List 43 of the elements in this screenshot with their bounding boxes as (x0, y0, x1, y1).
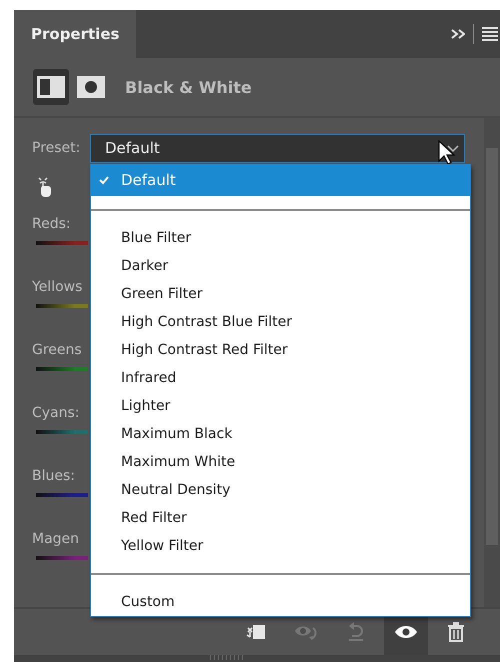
reset-icon (346, 622, 366, 642)
preset-dropdown[interactable]: Default (90, 134, 465, 162)
menu-icon[interactable] (482, 26, 498, 42)
menu-item[interactable]: Maximum White (91, 448, 470, 476)
slider-label: Cyans: (32, 405, 81, 422)
trash-icon (447, 622, 465, 642)
menu-item[interactable]: Darker (91, 252, 470, 280)
slider-label: Greens (32, 342, 83, 359)
menu-item[interactable]: Custom (91, 588, 470, 616)
menu-item[interactable]: High Contrast Blue Filter (91, 308, 470, 336)
color-slider-track[interactable] (36, 367, 88, 371)
slider-label: Yellows (32, 279, 84, 296)
slider-label: Magen (32, 531, 80, 548)
menu-item[interactable]: High Contrast Red Filter (91, 336, 470, 364)
menu-item[interactable]: Infrared (91, 364, 470, 392)
clip-to-layer-icon (245, 623, 267, 641)
expand-icon[interactable] (451, 27, 465, 41)
menu-item[interactable]: Red Filter (91, 504, 470, 532)
chevron-icon (446, 143, 460, 153)
menu-item[interactable]: Yellow Filter (91, 532, 470, 560)
menu-item[interactable]: Blue Filter (91, 224, 470, 252)
panel-title: Black & White (125, 78, 252, 96)
cursor-icon (438, 140, 456, 166)
menu-item[interactable]: Green Filter (91, 280, 470, 308)
color-slider-track[interactable] (36, 430, 88, 434)
adjustment-icon (37, 76, 65, 98)
menu-item[interactable]: Neutral Density (91, 476, 470, 504)
panel-tab[interactable]: Properties (14, 10, 136, 58)
scrollbar[interactable] (484, 118, 500, 607)
menu-item[interactable]: Default (91, 164, 470, 196)
menu-item[interactable]: Lighter (91, 392, 470, 420)
slider-label: Reds: (32, 216, 72, 233)
menu-item[interactable]: Maximum Black (91, 420, 470, 448)
color-slider-track[interactable] (36, 493, 88, 497)
eye-icon (394, 624, 418, 640)
mode-button[interactable] (33, 69, 69, 105)
color-slider-track[interactable] (36, 241, 88, 245)
color-slider-track[interactable] (36, 556, 88, 560)
check-icon (99, 175, 109, 185)
mask-icon (77, 76, 105, 98)
color-slider-track[interactable] (36, 304, 88, 308)
preset-label: Preset: (32, 140, 82, 156)
slider-label: Blues: (32, 468, 76, 485)
